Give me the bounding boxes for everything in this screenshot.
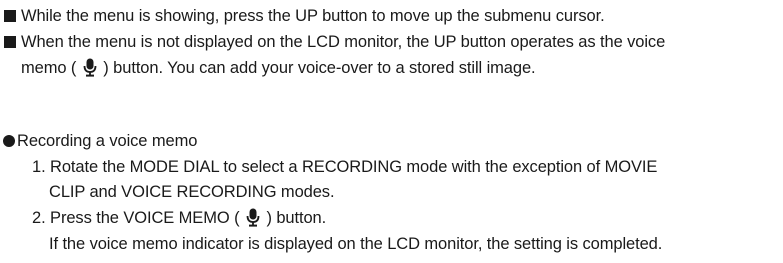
bullet-text-pre: memo ( — [21, 59, 77, 77]
square-bullet-icon — [4, 10, 16, 22]
step-1-line1: 1. Rotate the MODE DIAL to select a RECO… — [32, 158, 658, 176]
step-2-text-pre: 2. Press the VOICE MEMO ( — [32, 209, 240, 227]
bullet-text-voice-memo-line1: When the menu is not displayed on the LC… — [21, 33, 666, 51]
step-2-line2: If the voice memo indicator is displayed… — [49, 235, 663, 253]
bullet-text-voice-memo-line2: memo ( ) button. You can add your voice-… — [21, 58, 536, 78]
bullet-text-post: ) button. You can add your voice-over to… — [103, 59, 536, 77]
section-heading: Recording a voice memo — [17, 132, 198, 150]
step-1-line2: CLIP and VOICE RECORDING modes. — [49, 183, 335, 201]
square-bullet-icon — [4, 36, 16, 48]
step-2-text-post: ) button. — [266, 209, 327, 227]
microphone-icon — [83, 58, 97, 77]
circle-bullet-icon — [3, 135, 15, 147]
bullet-text-menu-up: While the menu is showing, press the UP … — [21, 7, 605, 25]
microphone-icon — [246, 208, 260, 227]
manual-page: { "bullets": { "item1": "While the menu … — [0, 0, 783, 263]
step-2-line1: 2. Press the VOICE MEMO ( ) button. — [32, 208, 326, 228]
